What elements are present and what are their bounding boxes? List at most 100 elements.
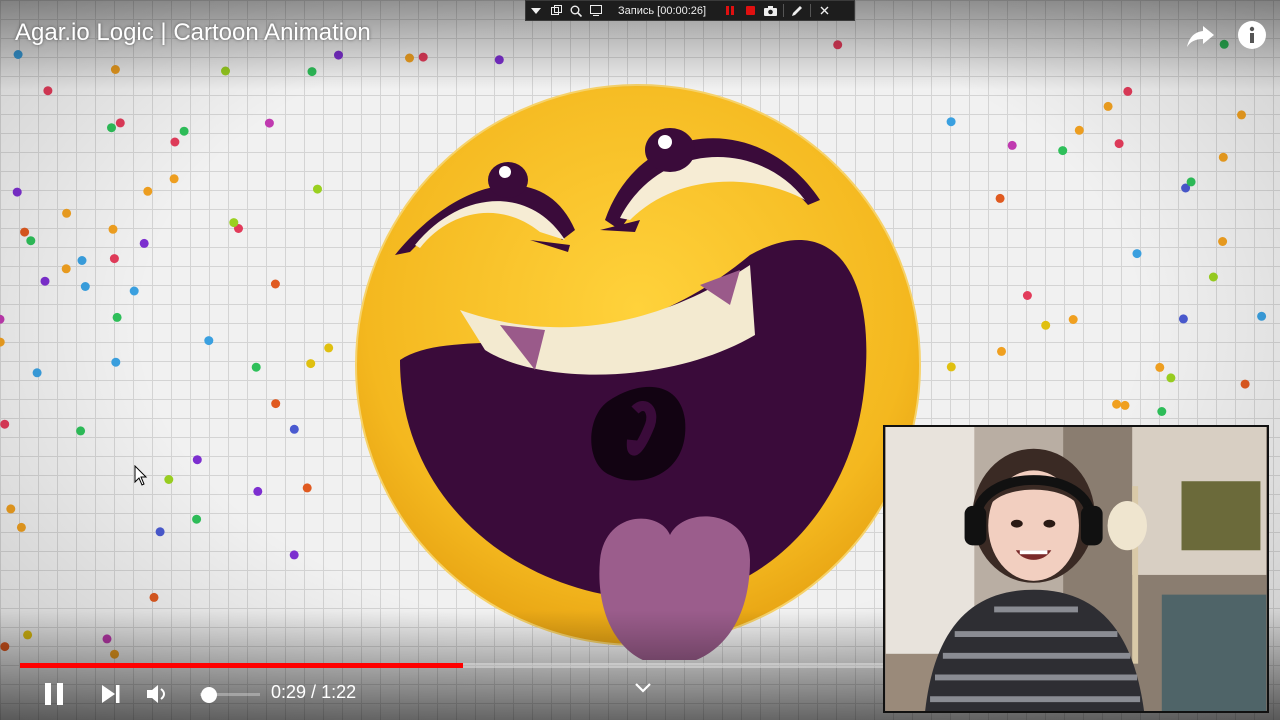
food-dot [1022,291,1032,300]
pen-icon[interactable] [787,1,807,20]
food-dot [16,522,26,532]
duration: 1:22 [321,682,357,702]
pause-icon[interactable] [38,672,70,716]
food-dot [149,592,159,602]
video-title[interactable]: Agar.io Logic | Cartoon Animation [15,19,371,47]
info-icon[interactable] [1237,20,1267,50]
food-dot [1112,399,1122,409]
food-dot [302,483,312,493]
laughing-blob [355,84,921,660]
food-dot [112,312,122,322]
pause-icon[interactable] [720,1,740,20]
food-dot [1068,315,1078,324]
mouse-cursor-icon [134,465,148,486]
food-dot [80,282,90,291]
food-dot [1007,140,1017,150]
food-dot [40,276,50,286]
food-dot [997,346,1006,356]
camera-icon[interactable] [760,1,780,20]
food-dot [0,314,5,324]
food-dot [1120,400,1130,410]
food-dot [289,550,299,560]
food-dot [0,419,10,429]
seek-bar-played [20,663,463,668]
window-icon[interactable] [546,1,566,20]
food-dot [1041,320,1051,330]
food-dot [229,218,239,228]
volume-knob[interactable] [201,687,217,703]
food-dot [1240,379,1250,389]
food-dot [313,184,322,194]
chevron-down-icon[interactable] [634,682,652,694]
food-dot [946,117,956,127]
food-dot [1157,407,1167,416]
food-dot [306,359,316,369]
food-dot [179,126,189,136]
video-player[interactable]: Agar.io Logic | Cartoon Animation Запись… [0,0,1280,720]
share-arrow-icon[interactable] [1186,20,1216,50]
food-dot [995,193,1005,203]
region-icon[interactable] [586,1,606,20]
food-dot [1114,139,1124,149]
food-dot [192,455,202,465]
food-dot [1166,373,1176,383]
screen-recorder-toolbar: Запись [00:00:26] [525,0,855,21]
food-dot [946,362,956,372]
toolbar-separator [810,4,812,17]
toolbar-separator [783,4,785,17]
recording-timer: Запись [00:00:26] [618,4,707,17]
current-time: 0:29 [271,682,307,702]
food-dot [164,475,174,484]
stop-icon[interactable] [740,1,760,20]
food-dot [155,527,165,537]
food-dot [107,123,116,133]
food-dot [62,208,72,218]
food-dot [289,424,299,434]
food-dot [251,362,261,372]
food-dot [1074,125,1084,135]
food-dot [115,118,125,128]
food-dot [1218,152,1228,162]
food-dot [143,186,153,196]
menu-dropdown-icon[interactable] [526,1,546,20]
time-separator: / [306,682,322,702]
food-dot [264,118,274,128]
volume-icon[interactable] [143,672,173,716]
food-dot [1132,249,1142,259]
food-dot [20,227,30,237]
food-dot [109,254,119,264]
close-icon[interactable] [814,1,834,20]
food-dot [1257,311,1267,321]
food-dot [1237,110,1246,120]
food-dot [324,343,334,353]
food-dot [1155,362,1165,372]
food-dot [192,514,202,524]
food-dot [169,174,179,184]
food-dot [170,137,180,147]
food-dot [61,264,71,274]
time-display: 0:29 / 1:22 [271,682,356,703]
next-icon[interactable] [96,672,126,716]
webcam-overlay [883,425,1269,713]
food-dot [77,256,87,265]
food-dot [270,279,280,289]
food-dot [139,238,149,248]
zoom-icon[interactable] [566,1,586,20]
food-dot [1186,177,1196,187]
food-dot [76,426,86,436]
food-dot [12,187,22,197]
food-dot [1103,101,1113,111]
food-dot [271,399,281,409]
food-dot [6,504,16,514]
food-dot [26,236,36,246]
food-dot [1058,146,1068,156]
food-dot [108,224,118,234]
food-dot [1208,272,1218,282]
food-dot [0,337,5,347]
food-dot [32,368,42,378]
food-dot [1178,314,1188,324]
food-dot [204,336,214,346]
food-dot [129,286,139,296]
food-dot [1218,237,1228,246]
food-dot [111,357,121,367]
